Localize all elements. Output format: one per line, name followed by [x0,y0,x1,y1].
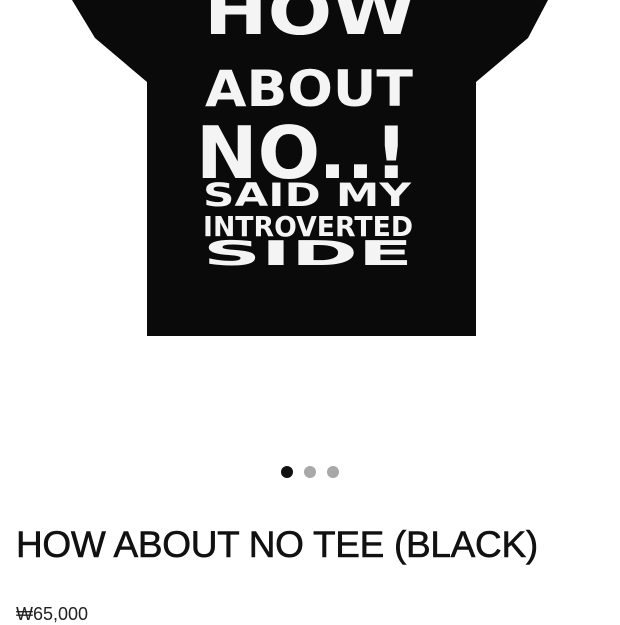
tshirt-graphic: HOW ABOUT NO..! SAID MY INTROVERTED SIDE [72,0,548,336]
product-title: HOW ABOUT NO TEE (BLACK) [16,524,539,566]
graphic-line-1: HOW [204,0,416,49]
graphic-line-4: SAID MY [203,176,412,214]
graphic-line-2: ABOUT [205,60,413,118]
graphic-line-6: SIDE [203,234,413,274]
carousel-dot-3[interactable] [327,466,339,478]
carousel-dot-1[interactable] [281,466,293,478]
carousel-dot-2[interactable] [304,466,316,478]
product-price: ₩65,000 [16,604,89,624]
carousel-dots [0,466,620,478]
product-image[interactable]: HOW ABOUT NO..! SAID MY INTROVERTED SIDE [0,0,620,440]
